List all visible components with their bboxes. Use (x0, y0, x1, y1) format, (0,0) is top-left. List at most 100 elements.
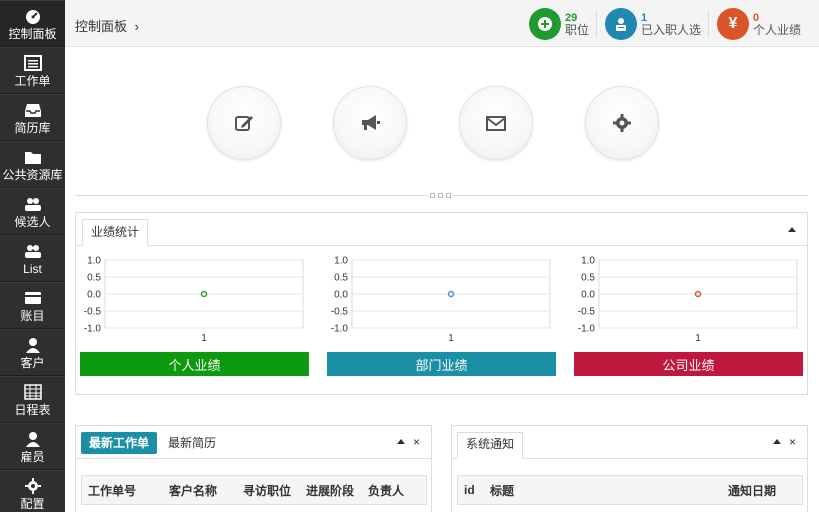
chart-label-company[interactable]: 公司业绩 (574, 352, 803, 376)
y-tick-label: -0.5 (84, 307, 102, 318)
sidebar-item[interactable]: 雇员 (0, 423, 65, 470)
y-tick-label: -1.0 (578, 324, 596, 335)
sidebar: 控制面板工作单简历库公共资源库候选人 List 账目客户日程表雇员配置 (0, 0, 65, 512)
plus-icon (529, 7, 561, 40)
breadcrumb-separator: › (134, 19, 139, 34)
y-tick-label: -0.5 (578, 307, 596, 318)
sidebar-item[interactable]: 候选人 (0, 188, 65, 235)
column-header[interactable]: id (464, 483, 475, 497)
tab-system-notice[interactable]: 系统通知 (457, 432, 524, 459)
breadcrumb-current[interactable]: 控制面板 (75, 19, 127, 34)
users-icon (24, 242, 42, 260)
close-icon[interactable]: × (789, 435, 796, 449)
sidebar-item[interactable]: List (0, 235, 65, 282)
system-notice-panel: 系统通知 × id 标题 通知日期 (451, 425, 808, 512)
yen-icon: ¥ (717, 7, 749, 40)
column-header[interactable]: 工作单号 (88, 482, 136, 499)
sidebar-item-label: 公共资源库 (2, 167, 63, 182)
chart-1: 1.0 0.5 0.0 -0.5 -1.0 1 (331, 256, 551, 344)
sidebar-item[interactable]: 工作单 (0, 47, 65, 94)
collapse-icon[interactable] (773, 439, 781, 444)
resize-handle[interactable] (427, 192, 453, 199)
chart-2: 1.0 0.5 0.0 -0.5 -1.0 1 (578, 256, 798, 344)
breadcrumb: 控制面板 › (75, 16, 139, 35)
quick-edit-button[interactable] (207, 86, 281, 160)
column-header[interactable]: 寻访职位 (243, 482, 291, 499)
stat-count: 29 (565, 11, 578, 24)
envelope-icon (486, 116, 506, 131)
sidebar-item-label: 工作单 (14, 73, 51, 88)
column-header[interactable]: 负责人 (368, 482, 404, 499)
list-icon (23, 54, 42, 72)
tab-latest-work-orders[interactable]: 最新工作单 (81, 432, 158, 454)
tab-latest-resumes[interactable]: 最新简历 (168, 432, 216, 454)
stat-label: 职位 (565, 22, 590, 37)
gear-icon (613, 114, 631, 132)
chart-0: 1.0 0.5 0.0 -0.5 -1.0 1 (84, 256, 304, 344)
column-header[interactable]: 客户名称 (169, 482, 217, 499)
work-orders-table-header: 工作单号 客户名称 寻访职位 进展阶段 负责人 (81, 475, 427, 505)
y-tick-label: -1.0 (331, 324, 349, 335)
sidebar-item-label: 客户 (20, 355, 45, 370)
edit-icon (235, 116, 253, 131)
megaphone-icon (362, 115, 380, 130)
data-point[interactable] (447, 290, 455, 298)
sidebar-item[interactable]: 配置 (0, 470, 65, 512)
y-tick-label: 1.0 (87, 256, 101, 267)
gear-icon (24, 477, 42, 495)
quick-mail-button[interactable] (459, 86, 533, 160)
x-tick-label: 1 (201, 333, 207, 344)
sidebar-item-label: 配置 (20, 496, 45, 511)
sidebar-item[interactable]: 客户 (0, 329, 65, 376)
sidebar-item-label: 简历库 (14, 120, 51, 135)
quick-announce-button[interactable] (333, 86, 407, 160)
y-tick-label: 0.0 (334, 290, 348, 301)
chart-label-personal[interactable]: 个人业绩 (80, 352, 309, 376)
collapse-icon[interactable] (397, 439, 405, 444)
stat-divider (596, 10, 597, 38)
y-tick-label: 0.0 (87, 290, 101, 301)
user-icon (24, 430, 42, 448)
column-header[interactable]: 进展阶段 (306, 482, 354, 499)
sidebar-item[interactable]: 账目 (0, 282, 65, 329)
y-tick-label: 1.0 (581, 256, 595, 267)
x-tick-label: 1 (448, 333, 454, 344)
sidebar-item[interactable]: 日程表 (0, 376, 65, 423)
stat-label: 个人业绩 (753, 22, 802, 37)
y-tick-label: -1.0 (84, 324, 102, 335)
quick-settings-button[interactable] (585, 86, 659, 160)
sidebar-item-label: 候选人 (14, 214, 51, 229)
column-header[interactable]: 通知日期 (728, 482, 776, 499)
stat-positions[interactable]: 29 职位 (529, 7, 589, 40)
sidebar-item-label: 日程表 (14, 402, 51, 417)
stat-count: 0 (753, 11, 760, 24)
dashboard-icon (24, 7, 42, 25)
sidebar-item-label: 账目 (20, 308, 45, 323)
stat-count: 1 (641, 11, 648, 24)
sidebar-item[interactable]: 公共资源库 (0, 141, 65, 188)
collapse-icon[interactable] (788, 227, 796, 232)
user-icon (24, 336, 42, 354)
y-tick-label: 0.5 (581, 273, 595, 284)
y-tick-label: 0.5 (87, 273, 101, 284)
close-icon[interactable]: × (413, 435, 420, 449)
inbox-icon (24, 101, 42, 119)
data-point[interactable] (200, 290, 208, 298)
y-tick-label: 1.0 (334, 256, 348, 267)
y-tick-label: 0.0 (581, 290, 595, 301)
card-icon (24, 289, 42, 307)
stat-performance[interactable]: ¥ 0 个人业绩 (717, 7, 801, 40)
stat-divider (708, 10, 709, 38)
sidebar-item[interactable]: 简历库 (0, 94, 65, 141)
data-point[interactable] (694, 290, 702, 298)
users-icon (24, 195, 42, 213)
chart-label-department[interactable]: 部门业绩 (327, 352, 556, 376)
column-header[interactable]: 标题 (490, 482, 514, 499)
y-tick-label: 0.5 (334, 273, 348, 284)
performance-charts: 1.0 0.5 0.0 -0.5 -1.0 1 1.0 0.5 0.0 -0.5 -1.0 1 1.0 0… (84, 256, 798, 344)
sidebar-item-label: List (23, 261, 42, 276)
sidebar-item[interactable]: 控制面板 (0, 0, 65, 47)
calendar-icon (23, 383, 42, 401)
tab-performance[interactable]: 业绩统计 (82, 219, 149, 246)
stat-hired[interactable]: 1 已入职人选 (605, 7, 701, 40)
